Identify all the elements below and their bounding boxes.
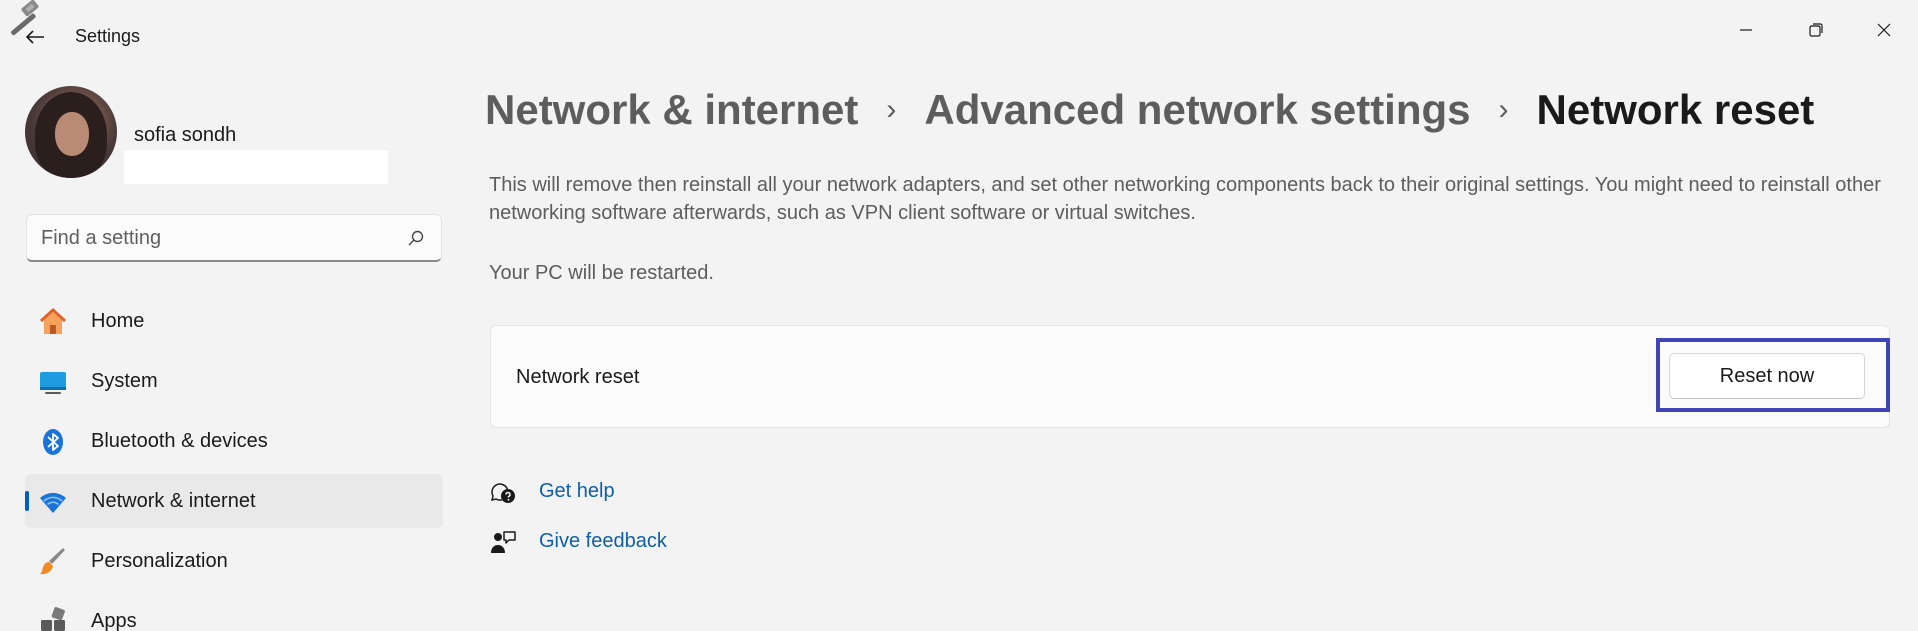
system-display-icon [38,367,68,397]
sidebar-item-personalization[interactable]: Personalization [25,534,443,588]
minimize-icon[interactable] [1718,8,1774,52]
get-help-label[interactable]: Get help [539,480,615,503]
get-help-link[interactable]: Get help [489,476,615,508]
sidebar-nav: Home System Bluetooth & devices Network … [25,294,445,631]
breadcrumb-separator: › [1498,93,1509,126]
search-box[interactable] [26,214,442,262]
breadcrumb: Network & internet › Advanced network se… [485,86,1814,134]
user-email-redacted [124,150,388,184]
sidebar-item-label: Personalization [91,550,228,572]
sidebar-item-label: Network & internet [91,490,256,512]
give-feedback-label[interactable]: Give feedback [539,530,667,553]
feedback-icon [489,528,517,556]
restore-icon[interactable] [1788,8,1844,52]
search-input[interactable] [41,215,381,261]
sidebar-item-apps[interactable]: Apps [25,594,443,631]
main-content: Network & internet › Advanced network se… [485,72,1895,631]
reset-description: This will remove then reinstall all your… [489,174,1881,224]
reset-now-button[interactable]: Reset now [1669,353,1865,399]
sidebar-item-label: Bluetooth & devices [91,430,268,452]
breadcrumb-separator: › [886,93,897,126]
sidebar-item-label: Home [91,310,145,332]
give-feedback-link[interactable]: Give feedback [489,526,667,558]
search-icon[interactable] [407,229,425,247]
breadcrumb-advanced-network-settings[interactable]: Advanced network settings [924,86,1470,134]
network-reset-label: Network reset [516,366,640,388]
settings-window: Settings sofia sondh Find a setting Home… [0,0,1918,631]
breadcrumb-network-internet[interactable]: Network & internet [485,86,858,134]
user-name: sofia sondh [134,124,237,146]
sidebar-item-label: Apps [91,610,137,631]
page-title: Network reset [1536,86,1815,133]
title-bar: Settings [0,0,1918,72]
active-indicator [25,491,29,511]
network-reset-card: Network reset Reset now [490,325,1890,428]
bluetooth-icon [38,427,68,457]
restart-note: Your PC will be restarted. [489,262,714,284]
help-chat-icon [489,478,517,506]
sidebar-item-system[interactable]: System [25,354,443,408]
paintbrush-icon [38,547,68,577]
close-icon[interactable] [1856,8,1912,52]
avatar [25,86,117,178]
user-profile[interactable]: sofia sondh [25,86,445,184]
apps-icon [38,607,68,631]
sidebar-item-bluetooth[interactable]: Bluetooth & devices [25,414,443,468]
sidebar-item-network[interactable]: Network & internet [25,474,443,528]
sidebar-item-label: System [91,370,158,392]
wifi-icon [38,487,68,517]
app-title: Settings [75,26,141,46]
sidebar: sofia sondh Home [0,72,460,631]
sidebar-item-home[interactable]: Home [25,294,443,348]
back-arrow-icon[interactable] [22,24,48,50]
home-icon [38,307,68,337]
